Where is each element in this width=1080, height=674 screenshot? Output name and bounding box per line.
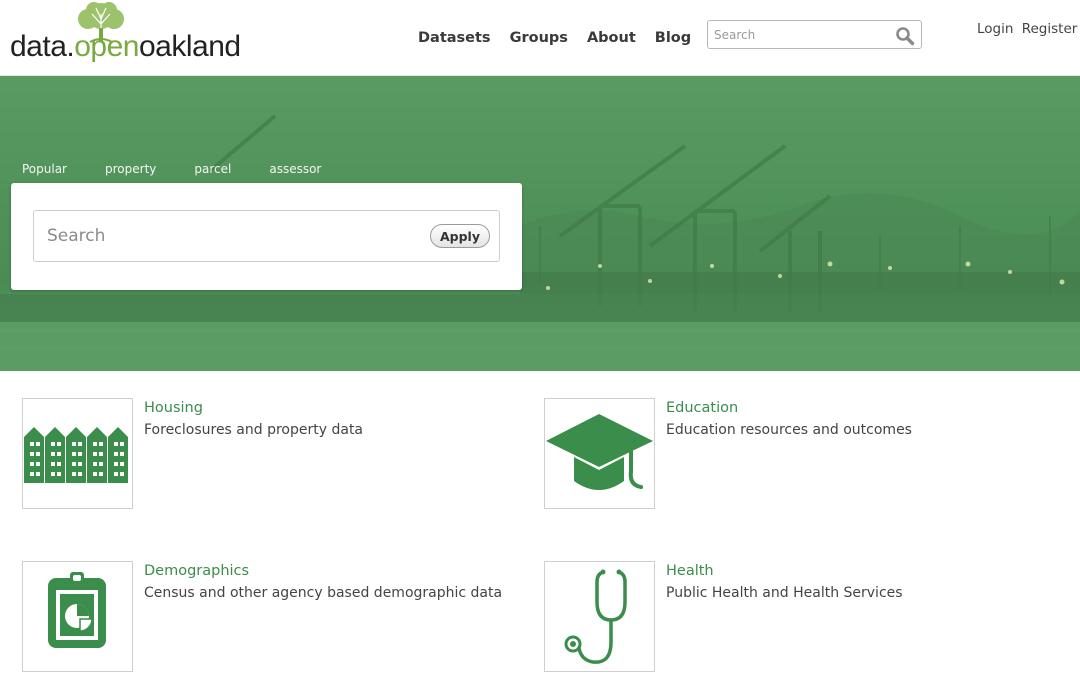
group-card-education: Education Education resources and outcom… (544, 398, 1044, 510)
search-icon[interactable] (895, 26, 915, 46)
group-description-housing: Foreclosures and property data (144, 422, 364, 438)
tag-assessor[interactable]: assessor (269, 162, 321, 176)
main-nav: Datasets Groups About Blog (418, 30, 691, 46)
hero-search-card: Apply (11, 183, 522, 290)
graduation-cap-icon (546, 414, 653, 490)
popular-label: Popular (22, 162, 67, 176)
report-chart-icon (48, 572, 106, 648)
nav-groups[interactable]: Groups (510, 30, 568, 46)
account-links: Login Register (977, 21, 1077, 37)
group-thumbnail[interactable] (22, 561, 133, 672)
group-title-housing[interactable]: Housing (144, 400, 203, 416)
nav-blog[interactable]: Blog (655, 30, 691, 46)
hero-banner: Popular property parcel assessor Apply (0, 76, 1080, 371)
group-card-health: Health Public Health and Health Services (544, 561, 1044, 673)
group-title-demographics[interactable]: Demographics (144, 563, 249, 579)
stethoscope-icon (564, 569, 627, 664)
apply-button[interactable]: Apply (430, 224, 490, 248)
group-description-health: Public Health and Health Services (666, 585, 903, 601)
group-thumbnail[interactable] (544, 398, 655, 509)
group-thumbnail[interactable] (22, 398, 133, 509)
site-logo[interactable]: data.openoakland (10, 2, 250, 70)
buildings-icon (24, 427, 128, 483)
group-description-education: Education resources and outcomes (666, 422, 912, 438)
register-link[interactable]: Register (1022, 21, 1078, 37)
group-description-demographics: Census and other agency based demographi… (144, 585, 503, 601)
logo-text-data: data. (10, 30, 75, 63)
group-title-health[interactable]: Health (666, 563, 714, 579)
nav-datasets[interactable]: Datasets (418, 30, 491, 46)
tag-parcel[interactable]: parcel (194, 162, 231, 176)
logo-text-oakland: oakland (138, 30, 241, 63)
header-search-input[interactable] (708, 21, 900, 48)
popular-tags: Popular property parcel assessor (22, 162, 359, 176)
group-card-demographics: Demographics Census and other agency bas… (22, 561, 522, 673)
hero-search-box: Apply (33, 210, 500, 262)
site-header: data.openoakland Datasets Groups About B… (0, 0, 1080, 76)
header-search-box (707, 20, 922, 49)
login-link[interactable]: Login (977, 21, 1013, 37)
nav-about[interactable]: About (587, 30, 636, 46)
group-title-education[interactable]: Education (666, 400, 738, 416)
group-card-housing: Housing Foreclosures and property data (22, 398, 522, 510)
hero-search-input[interactable] (34, 211, 440, 261)
tag-property[interactable]: property (105, 162, 156, 176)
group-thumbnail[interactable] (544, 561, 655, 672)
logo-text-open: open (74, 30, 139, 63)
logo-wordmark: data.openoakland (10, 30, 241, 64)
